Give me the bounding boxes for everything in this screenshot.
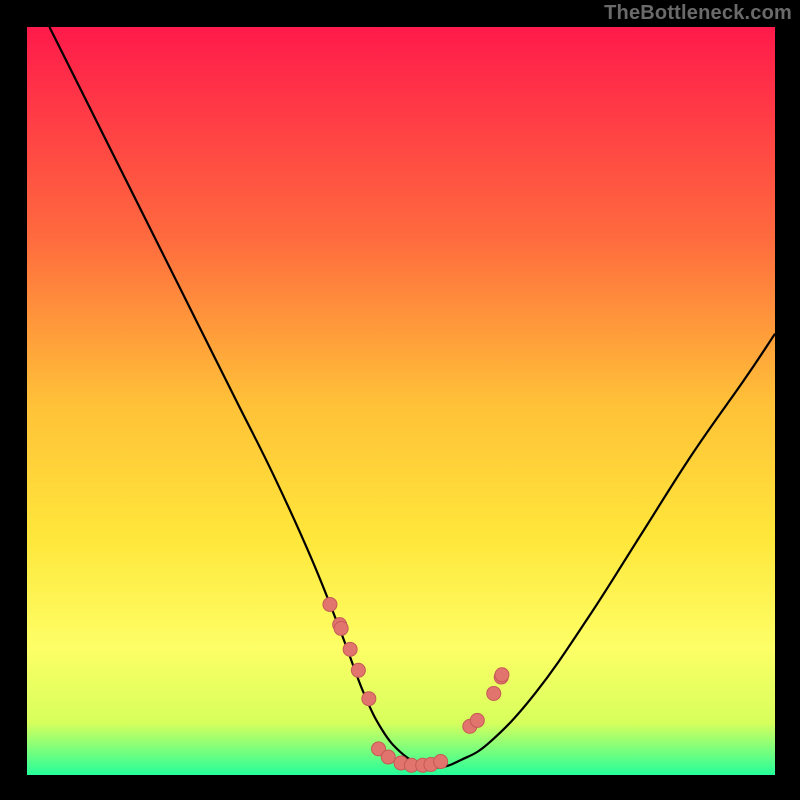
curve-dot xyxy=(362,692,376,706)
curve-dot xyxy=(434,755,448,769)
bottleneck-chart xyxy=(0,0,800,800)
watermark-text: TheBottleneck.com xyxy=(604,2,792,25)
curve-dot xyxy=(334,621,348,635)
curve-dot xyxy=(343,642,357,656)
curve-dot xyxy=(323,597,337,611)
curve-dot xyxy=(495,668,509,682)
curve-dot xyxy=(351,663,365,677)
curve-dot xyxy=(470,713,484,727)
curve-dot xyxy=(487,686,501,700)
gradient-background xyxy=(27,27,775,775)
curve-dot xyxy=(381,750,395,764)
chart-stage: TheBottleneck.com xyxy=(0,0,800,800)
